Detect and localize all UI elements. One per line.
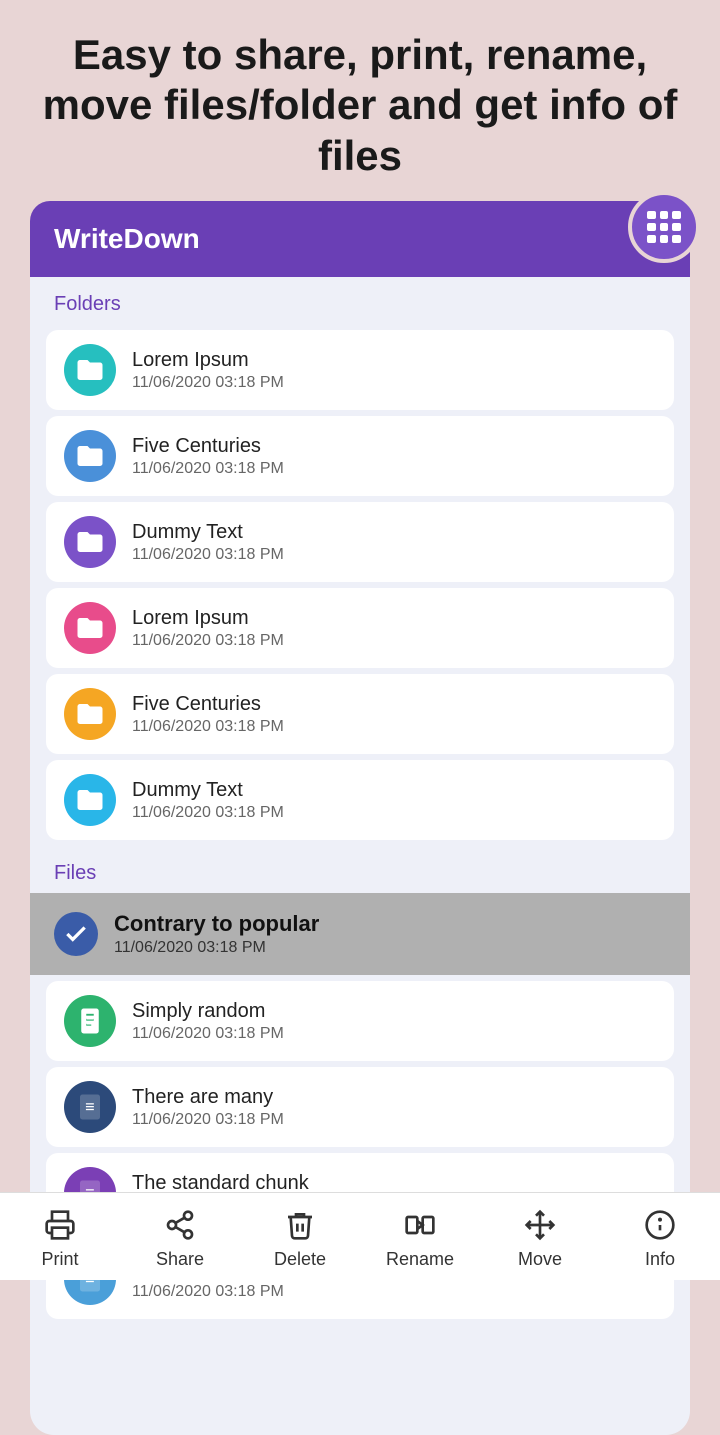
folder-date-2: 11/06/2020 03:18 PM (132, 546, 656, 564)
toolbar-delete[interactable]: Delete (240, 1193, 360, 1280)
folder-name-3: Lorem Ipsum (132, 607, 656, 630)
folder-date-1: 11/06/2020 03:18 PM (132, 460, 656, 478)
folder-name-4: Five Centuries (132, 693, 656, 716)
folder-item-4[interactable]: Five Centuries 11/06/2020 03:18 PM (46, 674, 674, 754)
file-name-0: Contrary to popular (114, 911, 666, 937)
bottom-toolbar: Print Share Delete (0, 1192, 720, 1280)
check-icon-0 (54, 912, 98, 956)
file-icon-1: ≡ (64, 995, 116, 1047)
file-name-2: There are many (132, 1086, 656, 1109)
share-icon (162, 1207, 198, 1243)
file-date-0: 11/06/2020 03:18 PM (114, 939, 666, 957)
folder-icon-2 (64, 516, 116, 568)
move-icon (522, 1207, 558, 1243)
folder-name-0: Lorem Ipsum (132, 349, 656, 372)
app-title: WriteDown (54, 223, 200, 255)
folder-date-4: 11/06/2020 03:18 PM (132, 718, 656, 736)
folder-item-5[interactable]: Dummy Text 11/06/2020 03:18 PM (46, 760, 674, 840)
toolbar-print[interactable]: Print (0, 1193, 120, 1280)
toolbar-share-label: Share (156, 1249, 204, 1270)
folder-icon-1 (64, 430, 116, 482)
delete-icon (282, 1207, 318, 1243)
grid-icon (647, 211, 681, 243)
folder-icon-5 (64, 774, 116, 826)
files-section-label: Files (30, 846, 690, 893)
folder-icon-3 (64, 602, 116, 654)
folder-name-1: Five Centuries (132, 435, 656, 458)
folder-date-0: 11/06/2020 03:18 PM (132, 374, 656, 392)
toolbar-info-label: Info (645, 1249, 675, 1270)
file-date-4: 11/06/2020 03:18 PM (132, 1283, 656, 1301)
page-title: Easy to share, print, rename, move files… (40, 30, 680, 181)
file-date-1: 11/06/2020 03:18 PM (132, 1025, 656, 1043)
folder-item-1[interactable]: Five Centuries 11/06/2020 03:18 PM (46, 416, 674, 496)
grid-menu-button[interactable] (628, 191, 700, 263)
toolbar-move[interactable]: Move (480, 1193, 600, 1280)
info-icon (642, 1207, 678, 1243)
folder-item-3[interactable]: Lorem Ipsum 11/06/2020 03:18 PM (46, 588, 674, 668)
folder-date-3: 11/06/2020 03:18 PM (132, 632, 656, 650)
svg-text:≡: ≡ (86, 1014, 94, 1029)
print-icon (42, 1207, 78, 1243)
toolbar-rename[interactable]: Rename (360, 1193, 480, 1280)
toolbar-print-label: Print (41, 1249, 78, 1270)
folder-name-5: Dummy Text (132, 779, 656, 802)
toolbar-share[interactable]: Share (120, 1193, 240, 1280)
file-date-2: 11/06/2020 03:18 PM (132, 1111, 656, 1129)
file-item-1[interactable]: ≡ Simply random 11/06/2020 03:18 PM (46, 981, 674, 1061)
rename-icon (402, 1207, 438, 1243)
page-header: Easy to share, print, rename, move files… (0, 0, 720, 201)
file-item-2[interactable]: ≡ There are many 11/06/2020 03:18 PM (46, 1067, 674, 1147)
toolbar-info[interactable]: Info (600, 1193, 720, 1280)
folder-item-0[interactable]: Lorem Ipsum 11/06/2020 03:18 PM (46, 330, 674, 410)
folder-name-2: Dummy Text (132, 521, 656, 544)
toolbar-move-label: Move (518, 1249, 562, 1270)
svg-text:≡: ≡ (85, 1098, 94, 1116)
folder-icon-4 (64, 688, 116, 740)
folders-section-label: Folders (30, 277, 690, 324)
app-header: WriteDown (30, 201, 690, 277)
file-item-0[interactable]: Contrary to popular 11/06/2020 03:18 PM (30, 893, 690, 975)
folder-item-2[interactable]: Dummy Text 11/06/2020 03:18 PM (46, 502, 674, 582)
folder-date-5: 11/06/2020 03:18 PM (132, 804, 656, 822)
toolbar-delete-label: Delete (274, 1249, 326, 1270)
file-name-1: Simply random (132, 1000, 656, 1023)
toolbar-rename-label: Rename (386, 1249, 454, 1270)
file-icon-2: ≡ (64, 1081, 116, 1133)
folder-icon-0 (64, 344, 116, 396)
